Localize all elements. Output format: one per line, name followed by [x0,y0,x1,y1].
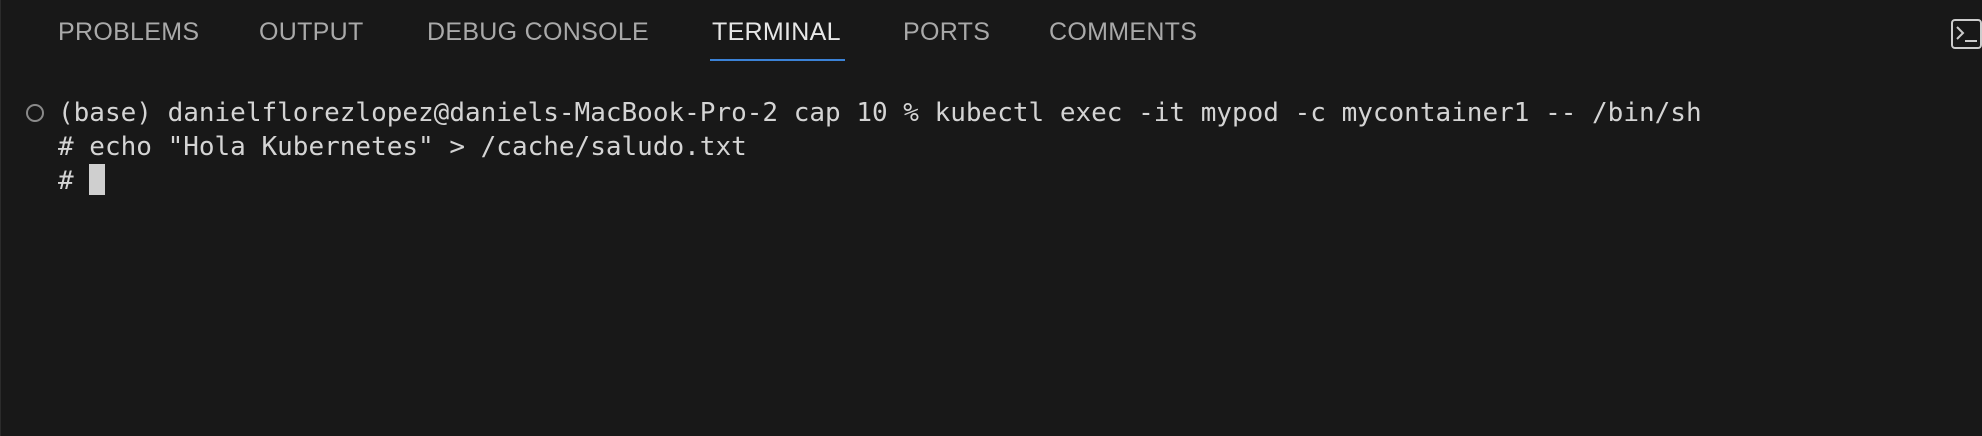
panel-tab-bar: PROBLEMS OUTPUT DEBUG CONSOLE TERMINAL P… [0,0,1982,66]
terminal-prompt: # [58,166,90,196]
tab-debug-console[interactable]: DEBUG CONSOLE [427,18,649,62]
terminal-cursor [89,164,106,195]
tab-label: OUTPUT [259,18,364,46]
tab-comments[interactable]: COMMENTS [1049,18,1197,62]
tab-terminal[interactable]: TERMINAL [710,18,845,62]
tab-label: PORTS [903,18,991,46]
tab-ports[interactable]: PORTS [903,18,990,62]
command-decoration-icon[interactable] [26,104,44,122]
tab-problems[interactable]: PROBLEMS [58,18,199,62]
active-tab-indicator [710,59,845,61]
tab-label: COMMENTS [1049,18,1198,46]
tab-label: PROBLEMS [58,18,200,46]
terminal-line: # echo "Hola Kubernetes" > /cache/saludo… [58,132,747,162]
terminal-prompt-line[interactable]: # [58,164,106,198]
terminal-icon[interactable] [1951,19,1982,49]
terminal-line: (base) danielflorezlopez@daniels-MacBook… [58,98,1702,128]
tab-label: TERMINAL [712,18,841,46]
tab-output[interactable]: OUTPUT [259,18,364,62]
terminal-output[interactable]: (base) danielflorezlopez@daniels-MacBook… [0,94,1982,436]
tab-label: DEBUG CONSOLE [427,18,650,46]
